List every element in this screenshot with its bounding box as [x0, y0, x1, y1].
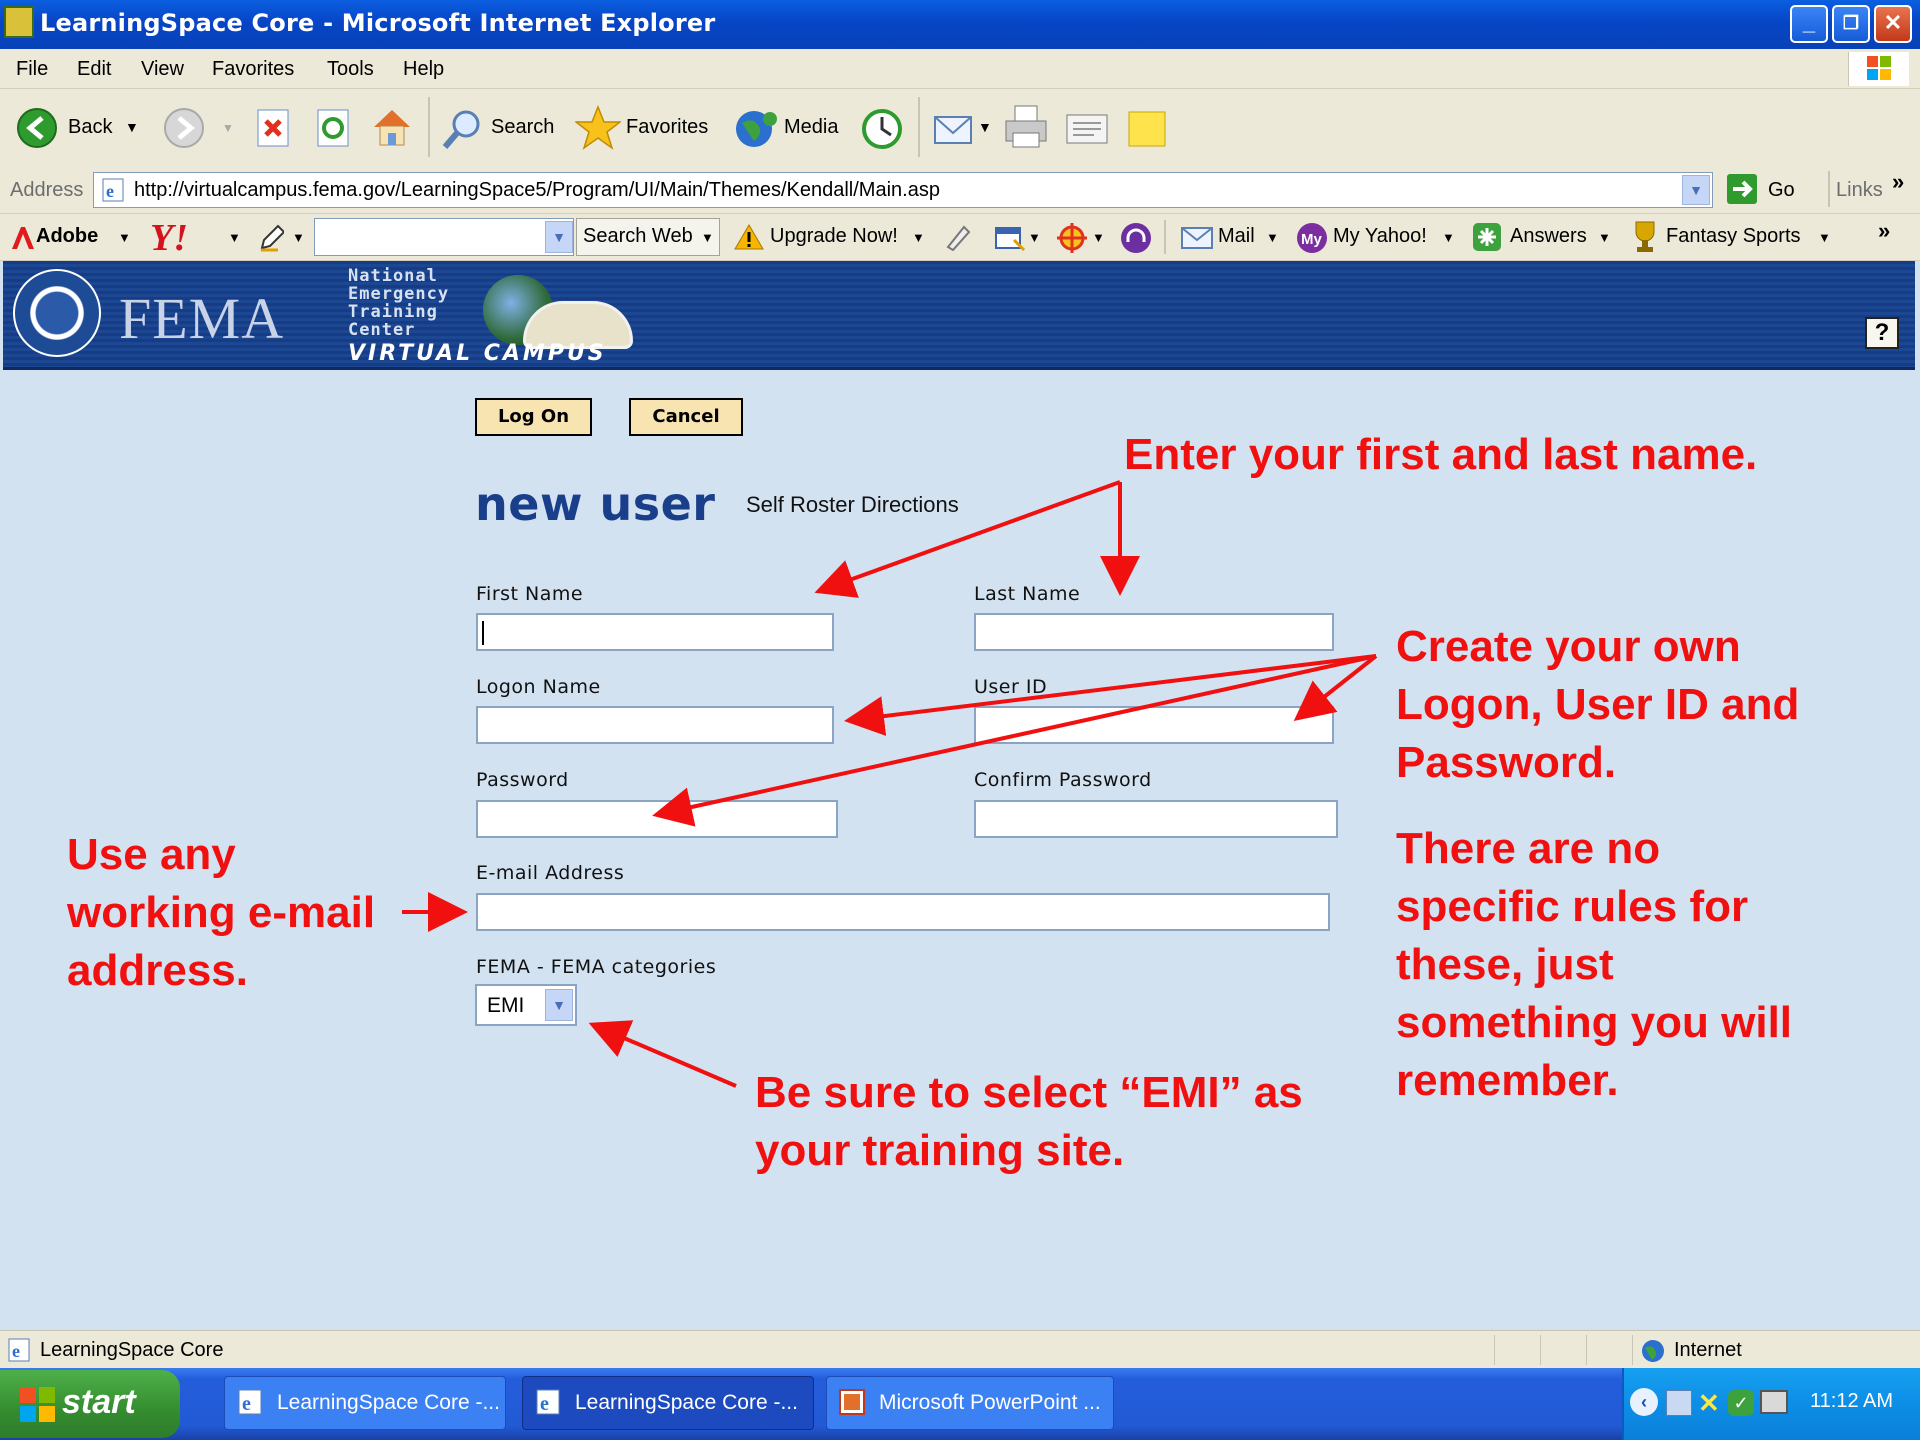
note-rules-line-5: remember.	[1396, 1056, 1619, 1105]
note-site-line-1: Be sure to select “EMI” as	[755, 1068, 1303, 1117]
taskbar-item-powerpoint[interactable]: Microsoft PowerPoint ...	[826, 1376, 1114, 1430]
status-text: LearningSpace Core	[40, 1339, 224, 1361]
note-email-line-3: address.	[67, 946, 248, 995]
ie-task-icon: e	[534, 1388, 562, 1416]
security-zone-text: Internet	[1674, 1339, 1742, 1361]
svg-text:e: e	[242, 1393, 251, 1415]
status-divider	[1586, 1335, 1587, 1365]
note-email-line-2: working e-mail	[67, 888, 376, 937]
note-credentials-line-3: Password.	[1396, 738, 1617, 787]
status-divider	[1632, 1335, 1633, 1365]
tools-icon[interactable]: ✕	[1698, 1388, 1720, 1419]
system-tray: ‹ ✕ ✓ 11:12 AM	[1622, 1368, 1920, 1440]
note-credentials-line-1: Create your own	[1396, 622, 1741, 671]
status-divider	[1540, 1335, 1541, 1365]
tray-expand-icon[interactable]: ‹	[1630, 1388, 1658, 1416]
display-icon[interactable]	[1760, 1390, 1788, 1414]
note-rules-line-4: something you will	[1396, 998, 1793, 1047]
note-rules-line-1: There are no	[1396, 824, 1661, 873]
start-button[interactable]: start	[0, 1370, 180, 1438]
start-label[interactable]: start	[62, 1383, 136, 1422]
note-rules-line-2: specific rules for	[1396, 882, 1749, 931]
arrow-to-first-name	[814, 480, 1121, 598]
note-email-line-1: Use any	[67, 830, 236, 879]
taskbar: start LearningSpace Core -... e Learning…	[0, 1368, 1920, 1440]
windows-flag-icon	[18, 1384, 58, 1424]
ie-task-icon: e	[236, 1388, 264, 1416]
taskbar-item-learningspace-2[interactable]: LearningSpace Core -...	[522, 1376, 814, 1430]
note-enter-name: Enter your first and last name.	[1124, 430, 1758, 479]
arrow-to-password	[652, 654, 1377, 827]
ie-page-icon: e	[6, 1337, 32, 1363]
note-rules-line-3: these, just	[1396, 940, 1614, 989]
taskbar-item-learningspace-1[interactable]: LearningSpace Core -...	[224, 1376, 506, 1430]
clock[interactable]: 11:12 AM	[1810, 1390, 1893, 1413]
note-credentials-line-2: Logon, User ID and	[1396, 680, 1800, 729]
arrow-to-logon-name	[844, 654, 1377, 736]
network-icon[interactable]	[1666, 1390, 1692, 1416]
status-divider	[1494, 1335, 1495, 1365]
svg-text:e: e	[12, 1341, 20, 1361]
svg-text:e: e	[540, 1393, 549, 1415]
security-shield-icon[interactable]: ✓	[1728, 1390, 1754, 1416]
powerpoint-icon	[838, 1388, 866, 1416]
arrow-to-category	[588, 1020, 737, 1088]
note-site-line-2: your training site.	[755, 1126, 1125, 1175]
status-bar: e LearningSpace Core Internet	[0, 1330, 1920, 1369]
internet-globe-icon	[1640, 1338, 1666, 1364]
